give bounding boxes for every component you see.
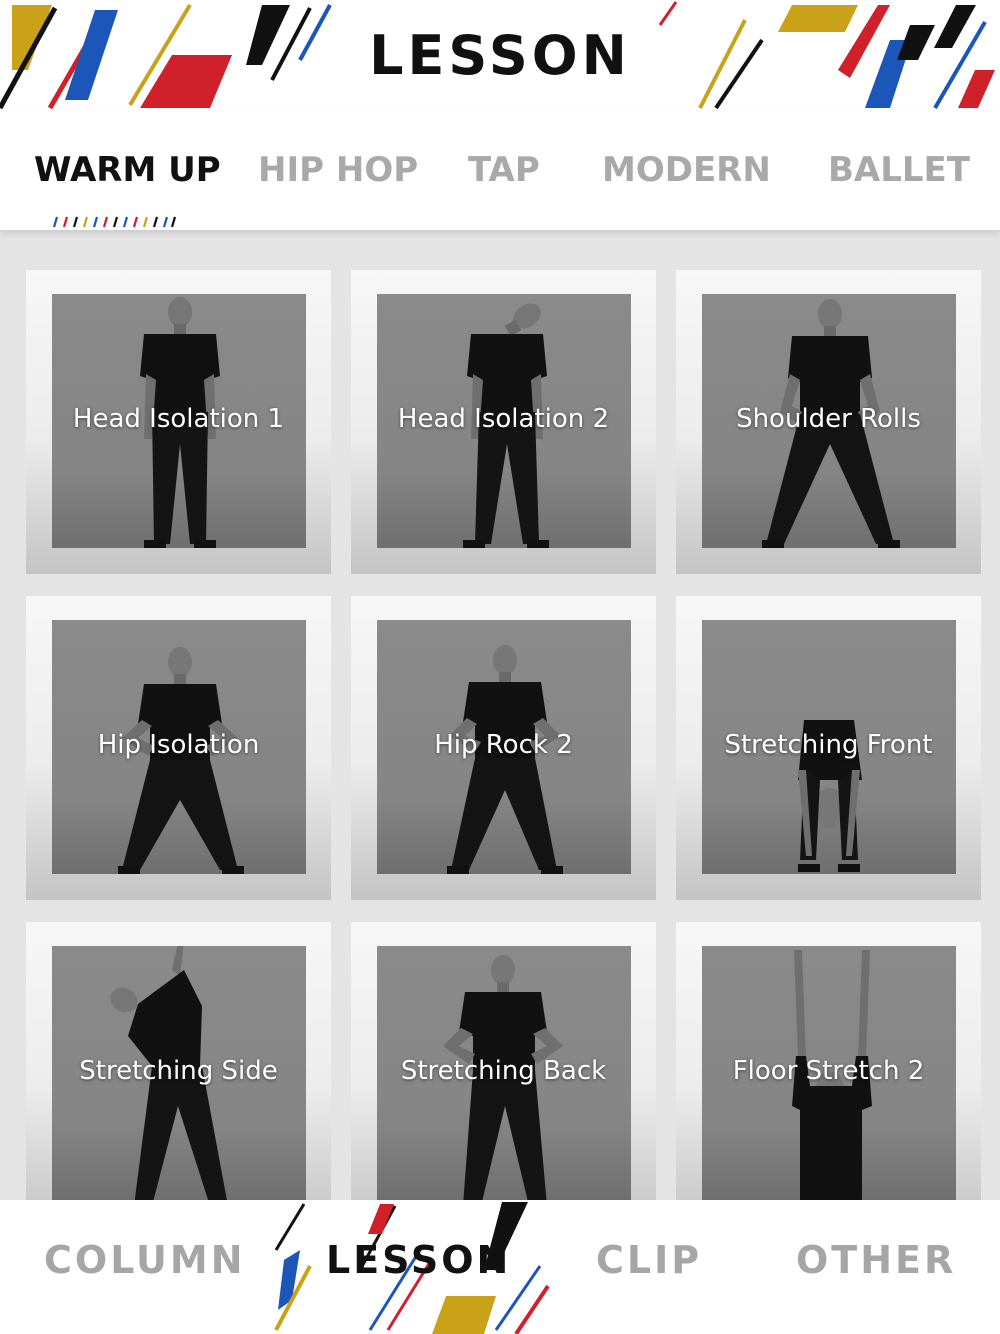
lesson-card[interactable]: Stretching Back	[351, 922, 656, 1200]
lesson-title: Hip Rock 2	[434, 730, 573, 760]
lesson-title: Stretching Back	[400, 1056, 607, 1086]
tab-warm-up[interactable]: WARM UP	[34, 150, 221, 190]
lesson-card[interactable]: Stretching Front	[676, 596, 981, 900]
lesson-card[interactable]: Head Isolation 2	[351, 270, 656, 574]
lesson-title: Hip Isolation	[97, 730, 260, 760]
lesson-grid: Head Isolation 1 Head Isolation 2 Should…	[0, 230, 1000, 1200]
nav-lesson[interactable]: LESSON	[326, 1238, 511, 1282]
nav-column[interactable]: COLUMN	[44, 1238, 246, 1282]
active-tab-indicator	[52, 216, 176, 228]
lesson-card[interactable]: Head Isolation 1	[26, 270, 331, 574]
nav-clip[interactable]: CLIP	[596, 1238, 702, 1282]
lesson-card[interactable]: Shoulder Rolls	[676, 270, 981, 574]
lesson-title: Head Isolation 1	[72, 404, 285, 434]
lesson-card[interactable]: Hip Isolation	[26, 596, 331, 900]
bottom-navigation: COLUMN LESSON CLIP OTHER	[0, 1200, 1000, 1334]
app-header: LESSON	[0, 0, 1000, 112]
tab-hip-hop[interactable]: HIP HOP	[258, 150, 418, 190]
lesson-title: Stretching Front	[724, 730, 933, 760]
tab-ballet[interactable]: BALLET	[828, 150, 970, 190]
tab-tap[interactable]: TAP	[468, 150, 540, 190]
lesson-title: Shoulder Rolls	[736, 404, 921, 434]
lesson-title: Floor Stretch 2	[732, 1056, 925, 1086]
lesson-title: Head Isolation 2	[397, 404, 610, 434]
lesson-card[interactable]: Hip Rock 2	[351, 596, 656, 900]
page-title: LESSON	[369, 24, 631, 87]
lesson-title: Stretching Side	[79, 1056, 278, 1086]
nav-other[interactable]: OTHER	[796, 1238, 956, 1282]
category-tabs: WARM UP HIP HOP TAP MODERN BALLET	[0, 112, 1000, 230]
lesson-card[interactable]: Stretching Side	[26, 922, 331, 1200]
lesson-card[interactable]: Floor Stretch 2	[676, 922, 981, 1200]
tab-modern[interactable]: MODERN	[602, 150, 771, 190]
